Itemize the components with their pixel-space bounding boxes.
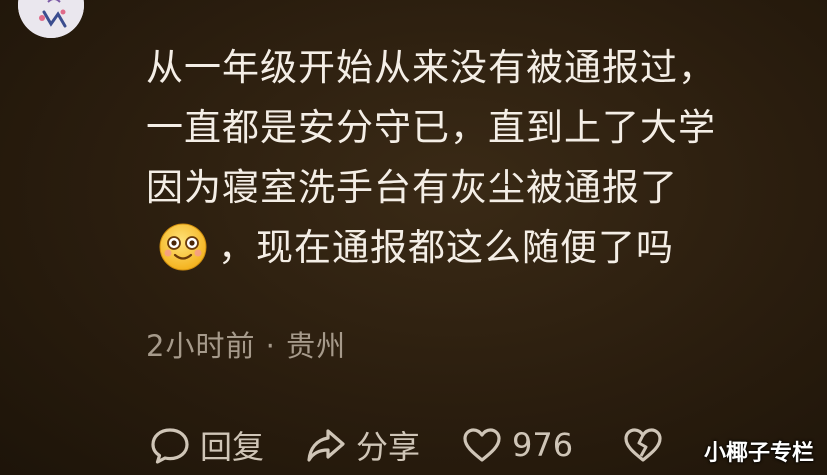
avatar-illustration-icon: [18, 0, 84, 38]
comment-actions: 回复 分享 976: [148, 420, 673, 470]
meta-separator: ·: [265, 329, 276, 363]
reply-button[interactable]: 回复: [148, 422, 264, 468]
dislike-button[interactable]: [621, 423, 673, 467]
reply-label: 回复: [200, 428, 265, 466]
comment-body: 从一年级开始从来没有被通报过， 一直都是安分守已，直到上了大学 因为寝室洗手台有…: [146, 38, 806, 278]
share-button[interactable]: 分享: [304, 422, 420, 468]
comment-line-4: ，现在通报都这么随便了吗: [146, 218, 806, 278]
broken-heart-icon: [624, 428, 662, 462]
comment-line-1: 从一年级开始从来没有被通报过，: [146, 46, 716, 89]
like-count: 976: [512, 426, 574, 464]
comment-line-3: 因为寝室洗手台有灰尘被通报了: [146, 166, 678, 209]
watermark-text: 小椰子专栏: [704, 441, 815, 466]
comment-time: 2小时前: [146, 329, 256, 363]
comment-location: 贵州: [286, 329, 347, 363]
share-label: 分享: [356, 428, 421, 466]
comment-bubble-icon: [151, 428, 189, 464]
comment-line-2: 一直都是安分守已，直到上了大学: [146, 106, 716, 149]
like-button[interactable]: 976: [460, 423, 573, 467]
comment-line-4-text: ，现在通报都这么随便了吗: [218, 226, 674, 269]
heart-icon: [463, 428, 501, 462]
share-arrow-icon: [307, 429, 345, 462]
comment-meta: 2小时前 · 贵州: [146, 323, 346, 365]
user-avatar[interactable]: [18, 0, 84, 38]
smiling-face-emoji-icon: [158, 222, 208, 272]
